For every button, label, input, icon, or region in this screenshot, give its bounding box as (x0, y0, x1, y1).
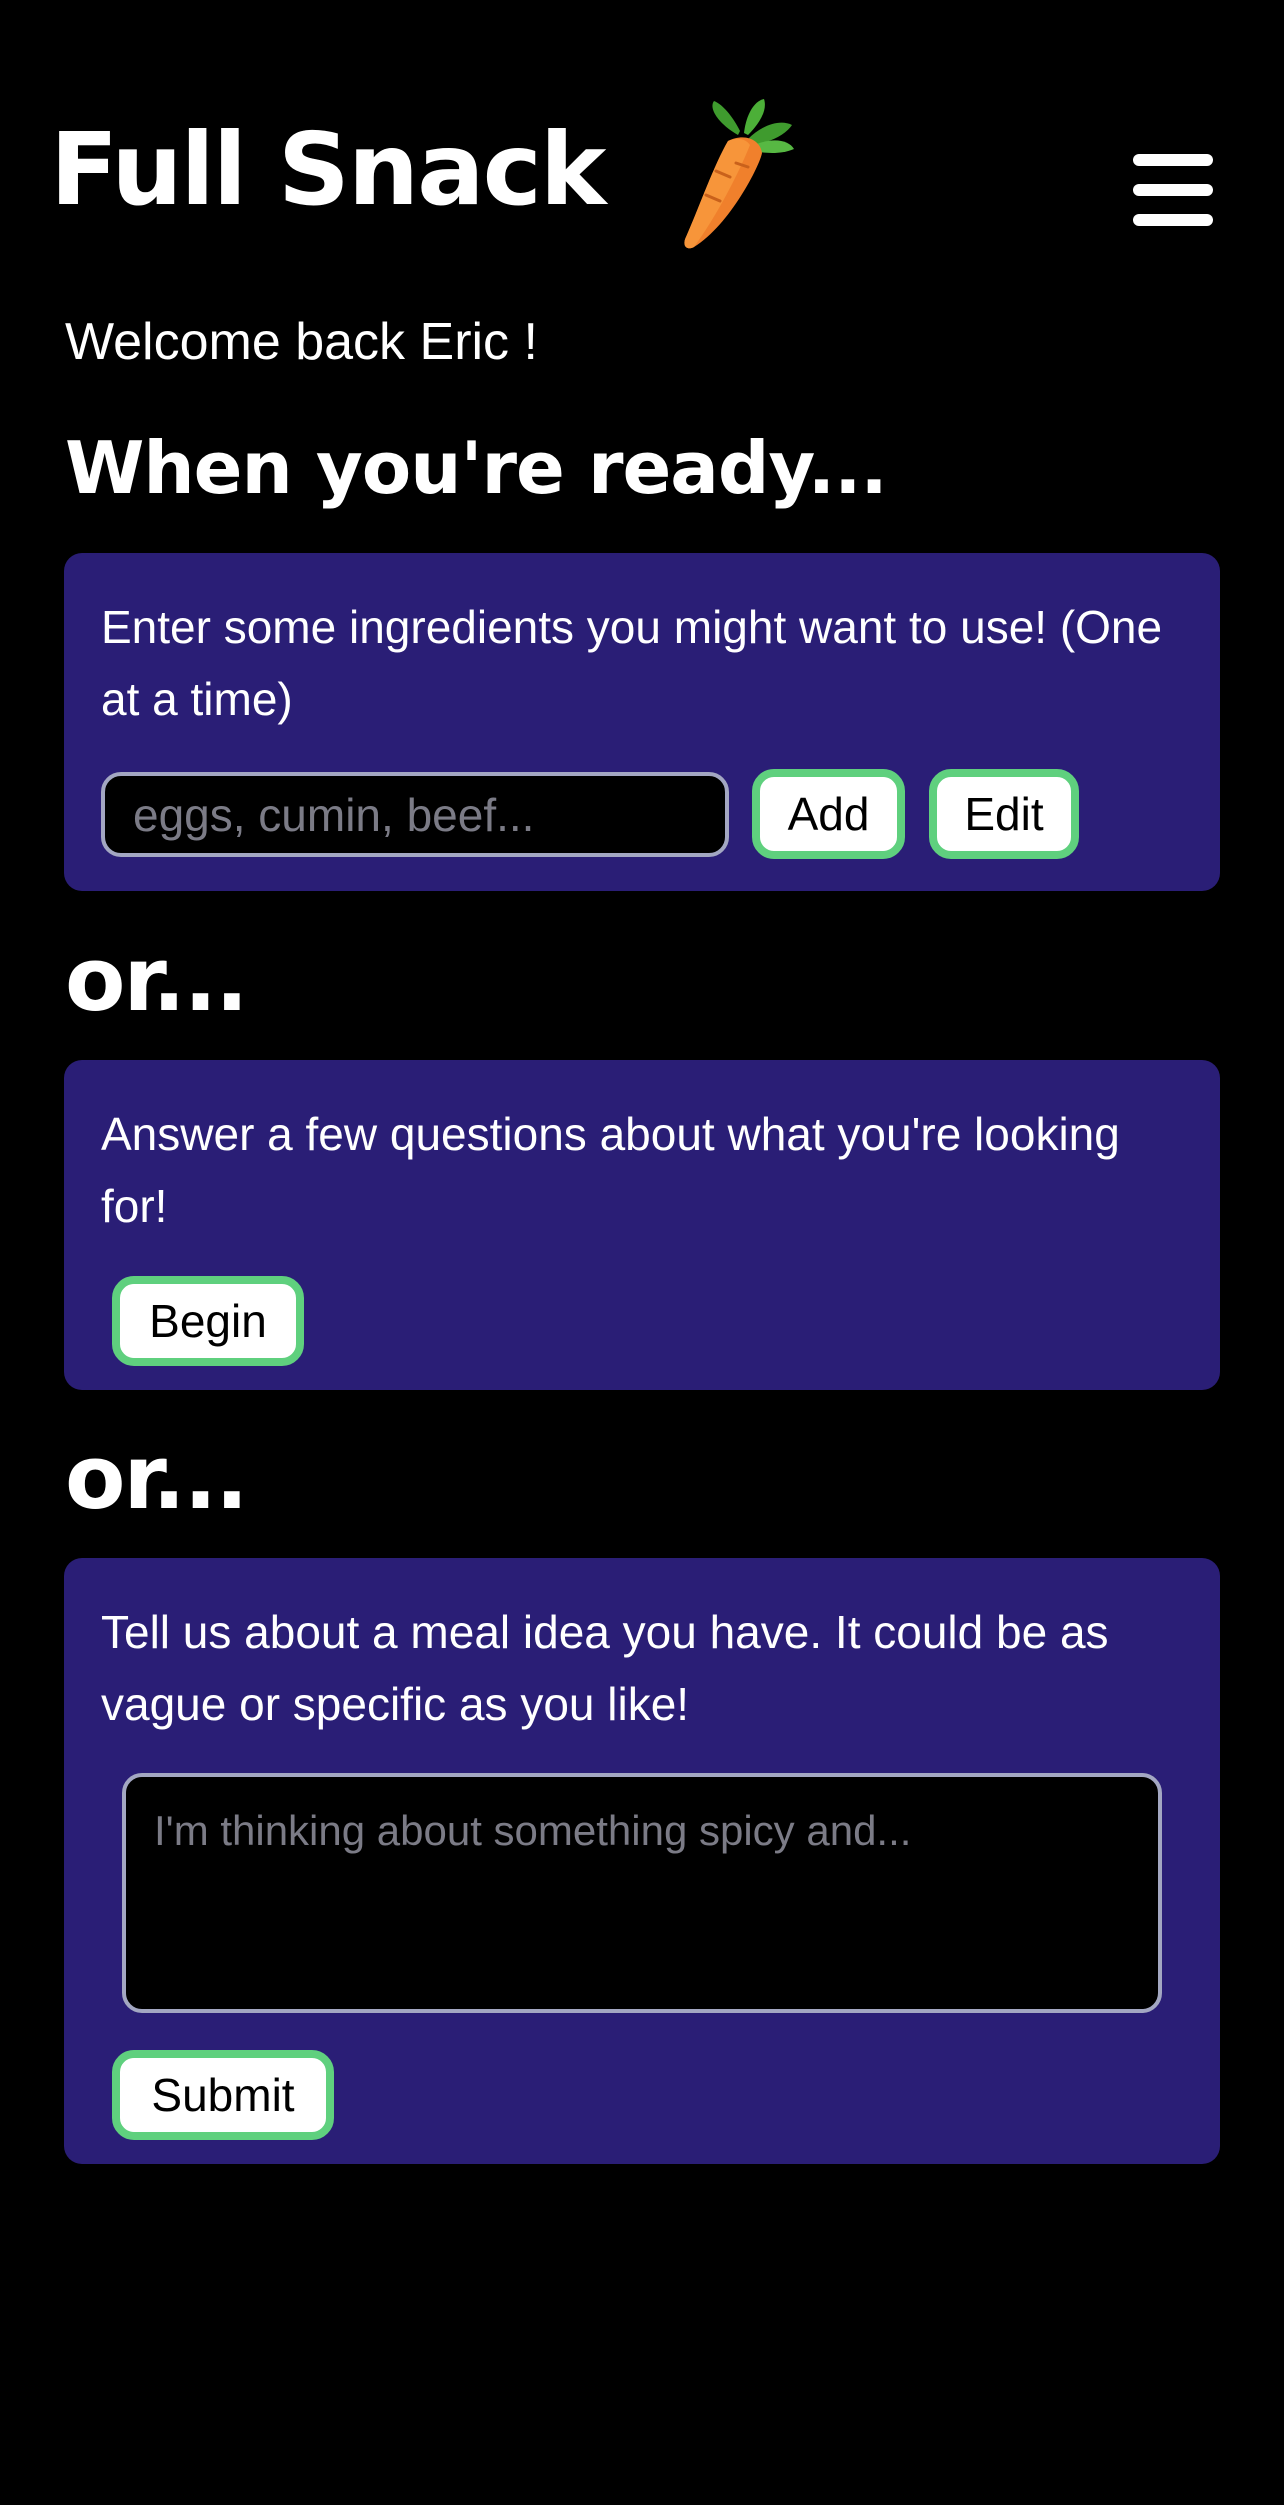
submit-button[interactable]: Submit (112, 2050, 334, 2140)
meal-idea-card: Tell us about a meal idea you have. It c… (64, 1558, 1220, 2164)
hamburger-menu-icon (1133, 154, 1213, 166)
app-title: Full Snack (50, 111, 606, 228)
meal-idea-textarea[interactable] (122, 1773, 1162, 2013)
meal-idea-instruction: Tell us about a meal idea you have. It c… (101, 1606, 1109, 1730)
ingredients-card: Enter some ingredients you might want to… (64, 553, 1220, 891)
ingredient-input[interactable] (101, 772, 729, 857)
or-divider-1: or... (65, 928, 249, 1031)
carrot-icon (684, 99, 794, 249)
welcome-message: Welcome back Eric ! (65, 313, 538, 371)
section-heading: When you're ready... (65, 426, 888, 510)
edit-ingredients-button[interactable]: Edit (929, 769, 1079, 859)
ingredients-instruction: Enter some ingredients you might want to… (101, 601, 1163, 725)
begin-button[interactable]: Begin (112, 1276, 304, 1366)
add-ingredient-button[interactable]: Add (752, 769, 905, 859)
menu-button[interactable] (1128, 150, 1218, 230)
questions-card: Answer a few questions about what you're… (64, 1060, 1220, 1390)
questions-instruction: Answer a few questions about what you're… (101, 1108, 1120, 1232)
or-divider-2: or... (65, 1426, 249, 1529)
app-header: Full Snack (0, 0, 1284, 260)
